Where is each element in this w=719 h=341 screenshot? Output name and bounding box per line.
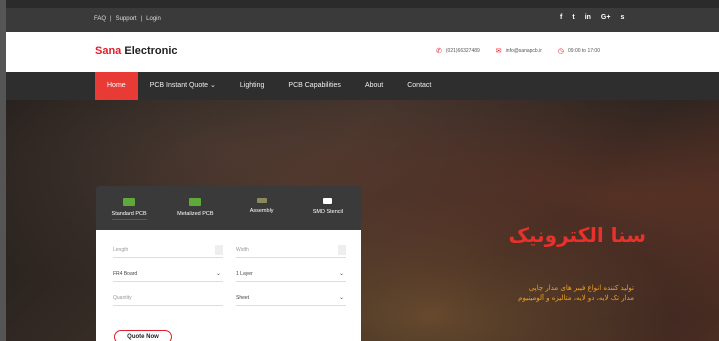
phone-contact: ✆ (021)66327489: [436, 47, 480, 55]
email-contact: ✉ info@sanapcb.ir: [496, 47, 542, 55]
phone-icon: ✆: [436, 48, 442, 55]
quote-card: Standard PCB Metalized PCB Assembly SMD …: [96, 186, 361, 341]
hero-title: سنا الکترونیک: [508, 223, 647, 247]
assembly-icon: [256, 198, 267, 203]
quote-now-button[interactable]: Quote Now: [114, 330, 172, 341]
material-select[interactable]: FR4 Board ⌄: [113, 266, 223, 282]
support-link[interactable]: Support: [116, 16, 137, 22]
chevron-down-icon: ⌄: [215, 271, 221, 277]
contact-info: ✆ (021)66327489 ✉ info@sanapcb.ir ◷ 09:0…: [436, 47, 600, 55]
hours-contact: ◷ 09:00 to 17:00: [558, 47, 600, 55]
tab-smd-stencil[interactable]: SMD Stencil: [295, 186, 361, 230]
metalized-pcb-icon: [189, 198, 202, 206]
email-text: info@sanapcb.ir: [505, 48, 542, 54]
nav-about[interactable]: About: [353, 72, 395, 100]
quote-form: Length Width FR4 Board ⌄ 1 Layer ⌄ Quant…: [96, 230, 361, 341]
google-plus-icon[interactable]: G+: [601, 14, 611, 21]
tab-label: Assembly: [249, 208, 274, 214]
main-nav: Home PCB Instant Quote ⌄ Lighting PCB Ca…: [6, 72, 719, 100]
width-placeholder: Width: [236, 247, 249, 253]
unit-box: [215, 245, 223, 255]
quote-tabs: Standard PCB Metalized PCB Assembly SMD …: [96, 186, 361, 230]
twitter-icon[interactable]: t: [572, 14, 574, 21]
layers-select[interactable]: 1 Layer ⌄: [236, 266, 346, 282]
stencil-icon: [323, 198, 333, 204]
tab-label: Metalized PCB: [177, 211, 214, 217]
mail-icon: ✉: [495, 48, 502, 55]
logo-text: Electronic: [121, 45, 178, 57]
nav-lighting[interactable]: Lighting: [228, 72, 277, 100]
phone-text: (021)66327489: [445, 48, 480, 54]
skype-icon[interactable]: s: [620, 14, 624, 21]
material-value: FR4 Board: [113, 271, 138, 277]
separator: |: [140, 16, 143, 22]
tab-standard-pcb[interactable]: Standard PCB: [96, 186, 162, 230]
logo-accent: Sana: [95, 45, 122, 57]
type-select[interactable]: Sheet ⌄: [236, 290, 346, 306]
nav-contact[interactable]: Contact: [395, 72, 443, 100]
tab-assembly[interactable]: Assembly: [229, 186, 295, 230]
hero-subtitle: تولید کننده انواع فیبر های مدار چاپی مدا…: [426, 283, 634, 303]
layers-value: 1 Layer: [236, 271, 253, 277]
hours-text: 09:00 to 17:00: [568, 48, 600, 54]
clock-icon: ◷: [557, 48, 564, 55]
login-link[interactable]: Login: [146, 16, 161, 22]
nav-home[interactable]: Home: [95, 72, 138, 100]
tab-label: SMD Stencil: [312, 209, 343, 215]
length-input[interactable]: Length: [113, 242, 223, 258]
hero-subtitle-line2: مدار تک لایه، دو لایه، متالیزه و آلومینی…: [518, 294, 634, 302]
top-links: FAQ | Support | Login: [94, 16, 161, 22]
page: FAQ | Support | Login f t in G+ s Sana E…: [6, 0, 719, 341]
hero-banner: سنا الکترونیک تولید کننده انواع فیبر های…: [6, 100, 719, 341]
pcb-icon: [123, 198, 136, 206]
type-value: Sheet: [236, 295, 250, 301]
facebook-icon[interactable]: f: [560, 14, 562, 21]
unit-box: [338, 245, 346, 255]
top-bar: FAQ | Support | Login f t in G+ s: [6, 8, 719, 32]
width-input[interactable]: Width: [236, 242, 346, 258]
quantity-input[interactable]: Quantity: [113, 290, 223, 306]
length-placeholder: Length: [113, 247, 129, 253]
site-header: Sana Electronic ✆ (021)66327489 ✉ info@s…: [6, 32, 719, 72]
faq-link[interactable]: FAQ: [94, 16, 106, 22]
social-links: f t in G+ s: [560, 14, 624, 21]
linkedin-icon[interactable]: in: [585, 14, 591, 21]
separator: |: [110, 16, 112, 22]
site-logo[interactable]: Sana Electronic: [95, 45, 178, 57]
chevron-down-icon: ⌄: [338, 271, 344, 277]
nav-pcb-capabilities[interactable]: PCB Capabilities: [276, 72, 353, 100]
nav-items: Home PCB Instant Quote ⌄ Lighting PCB Ca…: [95, 72, 443, 100]
hero-subtitle-line1: تولید کننده انواع فیبر های مدار چاپی: [528, 284, 634, 292]
tab-metalized-pcb[interactable]: Metalized PCB: [162, 186, 228, 230]
chevron-down-icon: ⌄: [338, 295, 344, 301]
quantity-placeholder: Quantity: [113, 295, 132, 301]
tab-label: Standard PCB: [111, 211, 147, 220]
nav-pcb-instant-quote[interactable]: PCB Instant Quote ⌄: [138, 72, 228, 100]
